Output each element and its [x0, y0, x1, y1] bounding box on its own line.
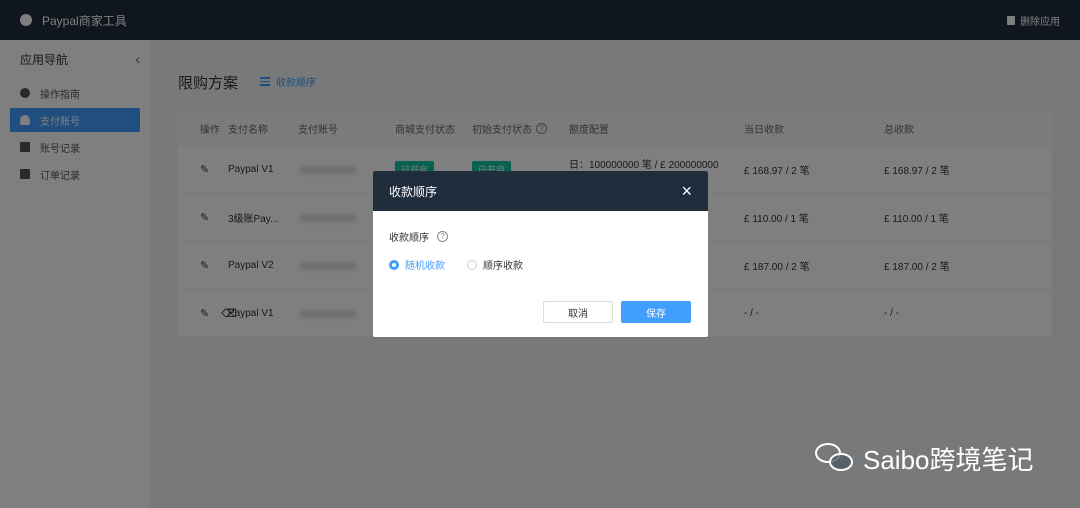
payment-order-field-label: 收款顺序 ? — [389, 229, 448, 244]
help-icon[interactable]: ? — [437, 231, 448, 242]
close-icon[interactable]: × — [681, 182, 692, 200]
watermark-text: Saibo跨境笔记 — [863, 445, 1034, 475]
radio-label: 随机收款 — [405, 261, 445, 272]
radio-random[interactable]: 随机收款 — [389, 257, 445, 272]
radio-dot-icon — [467, 259, 477, 270]
dialog-title: 收款顺序 — [389, 184, 438, 199]
field-label-text: 收款顺序 — [389, 233, 429, 244]
dialog-buttons: 取消 保存 — [543, 301, 691, 323]
watermark: Saibo跨境笔记 — [815, 440, 1034, 477]
save-button[interactable]: 保存 — [621, 301, 691, 323]
wechat-icon — [815, 442, 855, 475]
payment-order-radio-group: 随机收款 顺序收款 — [389, 257, 523, 272]
payment-order-dialog: 收款顺序 × 收款顺序 ? 随机收款 顺序收款 取消 保存 — [373, 171, 708, 337]
radio-sequential[interactable]: 顺序收款 — [467, 257, 523, 272]
radio-label: 顺序收款 — [483, 261, 523, 272]
cancel-button[interactable]: 取消 — [543, 301, 613, 323]
dialog-header: 收款顺序 × — [373, 171, 708, 211]
radio-dot-icon — [389, 259, 399, 270]
